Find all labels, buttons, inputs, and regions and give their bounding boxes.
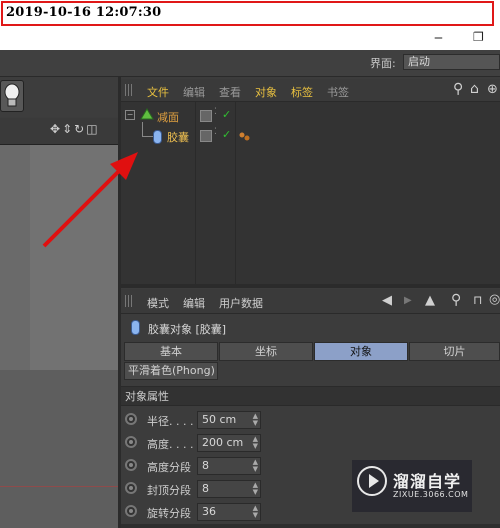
- capsule-icon: [153, 130, 162, 144]
- tab-slice[interactable]: 切片: [409, 342, 500, 361]
- panel-divider[interactable]: [121, 284, 500, 288]
- radius-value: 50 cm: [202, 413, 237, 426]
- tab-coordinates[interactable]: 坐标: [219, 342, 313, 361]
- radius-field[interactable]: 50 cm ▲ ▼: [197, 411, 261, 429]
- visibility-dots-icon[interactable]: ⁚: [214, 127, 217, 137]
- keyframe-radio[interactable]: [125, 436, 137, 448]
- keyframe-radio[interactable]: [125, 482, 137, 494]
- search-icon[interactable]: ⚲: [453, 81, 463, 97]
- tab-object[interactable]: 对象: [314, 342, 408, 361]
- layer-tag-icon[interactable]: [200, 130, 212, 142]
- layers-icon[interactable]: ⊕: [487, 82, 498, 97]
- rotation-segments-field[interactable]: 36 ▲ ▼: [197, 503, 261, 521]
- enabled-check-icon[interactable]: ✓: [222, 128, 231, 141]
- menu-object[interactable]: 对象: [255, 84, 277, 100]
- height-segments-value: 8: [202, 459, 209, 472]
- cap-segments-value: 8: [202, 482, 209, 495]
- new-panel-icon[interactable]: ◎: [489, 292, 500, 307]
- viewport-floor: [0, 370, 118, 528]
- menu-edit[interactable]: 编辑: [183, 295, 205, 311]
- lightbulb-icon: [4, 83, 20, 107]
- stepper-icon[interactable]: ▲ ▼: [253, 482, 258, 496]
- rotate-icon[interactable]: ↻: [74, 122, 86, 136]
- tree-item-capsule[interactable]: 胶囊: [167, 129, 189, 145]
- viewport-axis-line: [0, 486, 118, 487]
- keyframe-radio[interactable]: [125, 459, 137, 471]
- layout-select[interactable]: 启动: [403, 54, 500, 70]
- light-button[interactable]: [0, 80, 24, 112]
- polygon-reduction-icon: [140, 108, 154, 123]
- back-arrow-icon[interactable]: ◀: [382, 293, 392, 308]
- menu-mode[interactable]: 模式: [147, 295, 169, 311]
- param-label-height-segments: 高度分段: [147, 461, 191, 474]
- stepper-icon[interactable]: ▲ ▼: [253, 505, 258, 519]
- panel-grip-icon[interactable]: [125, 84, 133, 96]
- section-header: 对象属性: [121, 386, 500, 406]
- layout-label: 界面:: [370, 57, 396, 70]
- restore-button[interactable]: ❐: [473, 30, 484, 44]
- param-label-radius: 半径. . . .: [147, 415, 194, 428]
- stepper-icon[interactable]: ▲ ▼: [253, 436, 258, 450]
- rotation-segments-value: 36: [202, 505, 216, 518]
- param-label-cap-segments: 封顶分段: [147, 484, 191, 497]
- menu-view[interactable]: 查看: [219, 84, 241, 100]
- menu-tags[interactable]: 标签: [291, 84, 313, 100]
- panel-bottom-edge: [121, 524, 500, 528]
- home-icon[interactable]: ⌂: [470, 81, 479, 97]
- minimize-button[interactable]: ‒: [434, 30, 443, 46]
- watermark-subtitle: ZIXUE.3066.COM: [393, 490, 469, 499]
- collapse-toggle[interactable]: −: [125, 110, 135, 120]
- maximize-icon[interactable]: ◫: [86, 122, 99, 136]
- keyframe-radio[interactable]: [125, 413, 137, 425]
- param-label-rotation-segments: 旋转分段: [147, 507, 191, 520]
- height-segments-field[interactable]: 8 ▲ ▼: [197, 457, 261, 475]
- visibility-dots-icon[interactable]: ⁚: [214, 107, 217, 117]
- search-icon[interactable]: ⚲: [451, 292, 461, 308]
- forward-arrow-icon[interactable]: ▶: [404, 295, 412, 306]
- move-icon[interactable]: ✥: [50, 122, 62, 136]
- cursor-icon[interactable]: ▲: [425, 293, 435, 308]
- annotation-arrow-icon: [42, 152, 138, 248]
- material-tag-icon[interactable]: [239, 131, 251, 144]
- arrow-vertical-icon[interactable]: ⇕: [62, 122, 74, 136]
- height-field[interactable]: 200 cm ▲ ▼: [197, 434, 261, 452]
- watermark-title: 溜溜自学: [393, 472, 462, 491]
- timestamp-text: 2019-10-16 12:07:30: [6, 5, 162, 20]
- height-value: 200 cm: [202, 436, 244, 449]
- lock-icon[interactable]: ⊓: [473, 293, 482, 307]
- attributes-menubar: [121, 289, 500, 314]
- enabled-check-icon[interactable]: ✓: [222, 108, 231, 121]
- keyframe-radio[interactable]: [125, 505, 137, 517]
- capsule-icon: [131, 320, 140, 335]
- viewport-nav-icons[interactable]: ✥⇕↻◫: [50, 122, 100, 136]
- tab-basic[interactable]: 基本: [124, 342, 218, 361]
- tree-item-reduction[interactable]: 减面: [157, 109, 179, 125]
- panel-grip-icon[interactable]: [125, 295, 133, 307]
- menu-edit[interactable]: 编辑: [183, 84, 205, 100]
- tab-phong[interactable]: 平滑着色(Phong): [124, 362, 218, 380]
- param-label-height: 高度. . . .: [147, 438, 194, 451]
- layer-tag-icon[interactable]: [200, 110, 212, 122]
- cap-segments-field[interactable]: 8 ▲ ▼: [197, 480, 261, 498]
- tree-line: [142, 122, 153, 137]
- stepper-icon[interactable]: ▲ ▼: [253, 413, 258, 427]
- play-icon: [369, 474, 379, 488]
- attributes-title: 胶囊对象 [胶囊]: [148, 323, 227, 336]
- menu-user-data[interactable]: 用户数据: [219, 295, 263, 311]
- menu-file[interactable]: 文件: [147, 84, 169, 100]
- stepper-icon[interactable]: ▲ ▼: [253, 459, 258, 473]
- menu-bookmarks[interactable]: 书签: [327, 84, 349, 100]
